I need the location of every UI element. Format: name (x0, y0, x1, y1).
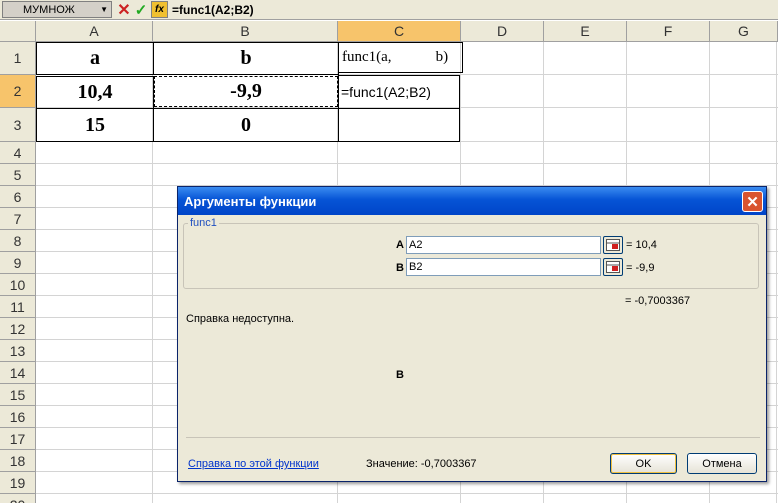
row-header-7[interactable]: 7 (0, 208, 36, 230)
column-header-c[interactable]: C (338, 21, 461, 42)
cell-a2[interactable]: 10,4 (36, 76, 154, 109)
cell-b3[interactable]: 0 (153, 108, 339, 142)
row-header-11[interactable]: 11 (0, 296, 36, 318)
cell-a3[interactable]: 15 (36, 108, 154, 142)
column-header-a[interactable]: A (36, 21, 153, 42)
row-header-2[interactable]: 2 (0, 75, 36, 108)
row-header-3[interactable]: 3 (0, 108, 36, 142)
gridline-horizontal (36, 493, 778, 494)
cancel-icon[interactable]: ✕ (116, 2, 132, 19)
row-header-15[interactable]: 15 (0, 384, 36, 406)
select-all-corner[interactable] (0, 21, 36, 42)
cell-b2[interactable]: -9,9 (154, 76, 338, 107)
row-header-4[interactable]: 4 (0, 142, 36, 164)
row-header-18[interactable]: 18 (0, 450, 36, 472)
row-header-14[interactable]: 14 (0, 362, 36, 384)
help-text: Справка недоступна. (186, 313, 295, 325)
cell-b1[interactable]: b (153, 42, 339, 75)
ok-button[interactable]: OK (610, 453, 677, 474)
argument-description: B (396, 369, 404, 381)
row-header-16[interactable]: 16 (0, 406, 36, 428)
cancel-button[interactable]: Отмена (687, 453, 757, 474)
cell-c1[interactable]: func1(a, b) (338, 42, 463, 73)
formula-result: = -0,7003367 (625, 295, 691, 307)
row-header-10[interactable]: 10 (0, 274, 36, 296)
cell-c1-part-b: b) (435, 49, 449, 65)
formula-input[interactable]: =func1(A2;B2) (172, 0, 254, 20)
dialog-title: Аргументы функции (184, 193, 317, 209)
function-name: func1 (188, 217, 219, 229)
column-header-e[interactable]: E (544, 21, 627, 42)
row-header-13[interactable]: 13 (0, 340, 36, 362)
arg-a-result: = 10,4 (626, 239, 657, 251)
row-header-1[interactable]: 1 (0, 42, 36, 75)
formula-bar: МУМНОЖ ▼ ✕ ✓ fx =func1(A2;B2) (0, 0, 778, 20)
row-header-5[interactable]: 5 (0, 164, 36, 186)
column-header-d[interactable]: D (461, 21, 544, 42)
cell-c1-part-a: func1(a, (342, 49, 392, 65)
dialog-titlebar[interactable]: Аргументы функции (178, 187, 766, 215)
chevron-down-icon[interactable]: ▼ (100, 5, 108, 14)
row-header-8[interactable]: 8 (0, 230, 36, 252)
cell-a1[interactable]: a (36, 42, 154, 75)
range-picker-icon[interactable] (603, 236, 623, 254)
cell-c3[interactable] (338, 108, 460, 142)
column-header-f[interactable]: F (627, 21, 710, 42)
function-group: func1 (183, 217, 759, 289)
arg-b-result: = -9,9 (626, 262, 655, 274)
function-arguments-dialog: Аргументы функции ✕ func1 A A2 = 10,4 B … (177, 186, 767, 482)
help-link[interactable]: Справка по этой функции (188, 458, 319, 470)
arg-b-input[interactable]: B2 (406, 258, 601, 276)
row-header-12[interactable]: 12 (0, 318, 36, 340)
separator (186, 437, 760, 438)
row-header-19[interactable]: 19 (0, 472, 36, 494)
arg-b-label: B (396, 262, 404, 274)
column-header-b[interactable]: B (153, 21, 338, 42)
column-header-g[interactable]: G (710, 21, 778, 42)
close-icon[interactable]: ✕ (742, 191, 763, 212)
name-box-value: МУМНОЖ (23, 3, 75, 16)
range-picker-icon[interactable] (603, 258, 623, 276)
value-label: Значение: -0,7003367 (366, 458, 477, 470)
row-header-9[interactable]: 9 (0, 252, 36, 274)
arg-a-label: A (396, 239, 404, 251)
enter-check-icon[interactable]: ✓ (133, 2, 149, 19)
row-header-6[interactable]: 6 (0, 186, 36, 208)
insert-function-icon[interactable]: fx (151, 1, 168, 18)
cell-c2[interactable]: =func1(A2;B2) (338, 75, 460, 109)
arg-a-input[interactable]: A2 (406, 236, 601, 254)
row-header-17[interactable]: 17 (0, 428, 36, 450)
gridline-horizontal (36, 163, 778, 164)
name-box[interactable]: МУМНОЖ ▼ (2, 1, 112, 18)
row-header-20[interactable]: 20 (0, 494, 36, 503)
